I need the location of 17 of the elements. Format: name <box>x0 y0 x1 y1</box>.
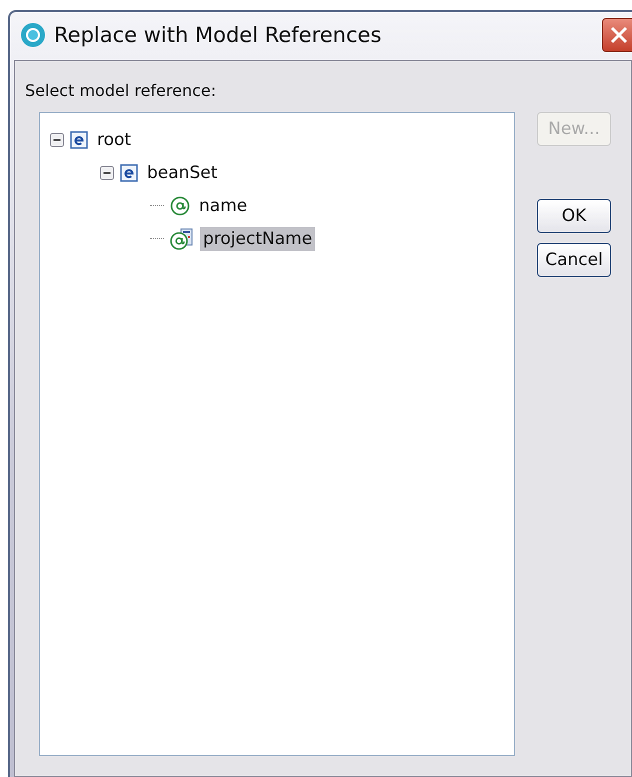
close-button[interactable] <box>602 18 632 52</box>
dialog-button[interactable]: Cancel <box>537 243 611 277</box>
attribute-icon <box>170 228 194 250</box>
tree-item[interactable]: root <box>94 128 134 152</box>
element-icon <box>120 164 138 182</box>
dialog-button[interactable]: OK <box>537 199 611 233</box>
collapse-icon[interactable] <box>100 166 114 180</box>
tree-item[interactable]: name <box>196 194 250 218</box>
element-icon <box>70 130 88 148</box>
tree-item[interactable]: beanSet <box>144 160 220 184</box>
close-icon <box>608 24 630 46</box>
attribute-icon <box>170 196 190 216</box>
collapse-icon[interactable] <box>50 132 64 146</box>
prompt-label: Select model reference: <box>25 81 216 100</box>
tree-item[interactable]: projectName <box>200 226 316 250</box>
app-icon <box>20 22 46 48</box>
window-title: Replace with Model References <box>54 23 382 47</box>
